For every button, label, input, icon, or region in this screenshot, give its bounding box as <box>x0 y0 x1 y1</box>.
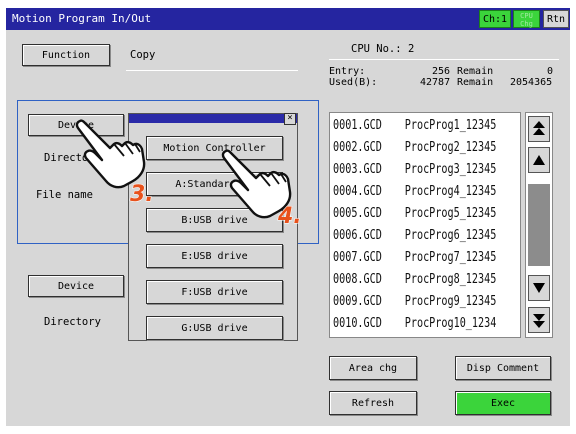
step-4-callout: 4. <box>278 204 303 230</box>
file-comment: ProcProg1_12345 <box>404 118 497 133</box>
file-list-row[interactable]: 0004.GCD ProcProg4_12345 <box>333 181 496 203</box>
file-list[interactable]: 0001.GCD ProcProg1_12345 0002.GCD ProcProg2… <box>329 112 521 338</box>
entry-label: Entry: <box>329 66 366 77</box>
file-name: 0005.GCD <box>333 206 382 221</box>
destination-directory-label: Directory <box>44 316 101 328</box>
return-button[interactable]: Rtn <box>543 10 569 28</box>
file-list-row[interactable]: 0009.GCD ProcProg9_12345 <box>333 291 496 313</box>
file-list-row[interactable]: 0008.GCD ProcProg8_12345 <box>333 269 496 291</box>
entry-remain-value: 0 <box>547 66 554 77</box>
file-list-row[interactable]: 0002.GCD ProcProg2_12345 <box>333 137 496 159</box>
function-underline <box>126 70 298 71</box>
cpu-number-label: CPU No.: <box>351 43 402 55</box>
used-value: 42787 <box>420 77 451 88</box>
file-name: 0001.GCD <box>333 118 382 133</box>
popup-option-g-usb[interactable]: G:USB drive <box>146 316 283 340</box>
file-name: 0010.GCD <box>333 316 382 331</box>
down-arrow-icon[interactable] <box>528 275 550 301</box>
function-button[interactable]: Function <box>22 44 110 66</box>
motion-program-screen: Motion Program In/Out Ch:1 CPU Chg Rtn F… <box>6 8 570 426</box>
scroll-thumb[interactable] <box>528 184 550 266</box>
cpu-change-button[interactable]: CPU Chg <box>513 10 540 28</box>
destination-device-button[interactable]: Device <box>28 275 124 297</box>
refresh-button[interactable]: Refresh <box>329 391 417 415</box>
file-comment: ProcProg3_12345 <box>404 162 497 177</box>
file-comment: ProcProg7_12345 <box>404 250 497 265</box>
file-name: 0007.GCD <box>333 250 382 265</box>
popup-option-e-usb[interactable]: E:USB drive <box>146 244 283 268</box>
function-value: Copy <box>130 49 156 61</box>
file-comment: ProcProg2_12345 <box>404 140 497 155</box>
channel-button[interactable]: Ch:1 <box>479 10 511 28</box>
popup-title-bar <box>129 114 297 123</box>
file-comment: ProcProg6_12345 <box>404 228 497 243</box>
display-comment-button[interactable]: Disp Comment <box>455 356 551 380</box>
file-name: 0004.GCD <box>333 184 382 199</box>
file-list-row[interactable]: 0007.GCD ProcProg7_12345 <box>333 247 496 269</box>
file-name: 0003.GCD <box>333 162 382 177</box>
popup-option-f-usb[interactable]: F:USB drive <box>146 280 283 304</box>
used-remain-value: 2054365 <box>510 77 553 88</box>
file-list-row[interactable]: 0005.GCD ProcProg5_12345 <box>333 203 496 225</box>
file-comment: ProcProg8_12345 <box>404 272 497 287</box>
area-change-button[interactable]: Area chg <box>329 356 417 380</box>
file-comment: ProcProg9_12345 <box>404 294 497 309</box>
double-down-arrow-icon[interactable] <box>528 307 550 333</box>
used-label: Used(B): <box>329 77 378 88</box>
file-comment: ProcProg10_1234 <box>404 316 497 331</box>
cpu-underline <box>329 59 559 60</box>
file-comment: ProcProg4_12345 <box>404 184 497 199</box>
file-list-scrollbar[interactable] <box>525 112 553 338</box>
close-icon[interactable]: × <box>284 113 296 125</box>
file-list-row[interactable]: 0006.GCD ProcProg6_12345 <box>333 225 496 247</box>
file-comment: ProcProg5_12345 <box>404 206 497 221</box>
exec-button[interactable]: Exec <box>455 391 551 415</box>
file-name: 0009.GCD <box>333 294 382 309</box>
used-remain-label: Remain <box>457 77 494 88</box>
window-title: Motion Program In/Out <box>12 12 152 25</box>
cpu-number-value: 2 <box>408 43 415 55</box>
file-list-row[interactable]: 0003.GCD ProcProg3_12345 <box>333 159 496 181</box>
file-list-row[interactable]: 0010.GCD ProcProg10_1234 <box>333 313 496 335</box>
file-name: 0002.GCD <box>333 140 382 155</box>
entry-value: 256 <box>432 66 451 77</box>
entry-remain-label: Remain <box>457 66 494 77</box>
up-arrow-icon[interactable] <box>528 147 550 173</box>
step-3-callout: 3. <box>130 182 155 208</box>
screenshot-frame: Motion Program In/Out Ch:1 CPU Chg Rtn F… <box>0 0 576 434</box>
title-bar: Motion Program In/Out Ch:1 CPU Chg Rtn <box>6 8 570 30</box>
double-up-arrow-icon[interactable] <box>528 116 550 142</box>
file-name: 0008.GCD <box>333 272 382 287</box>
file-name: 0006.GCD <box>333 228 382 243</box>
file-list-row[interactable]: 0001.GCD ProcProg1_12345 <box>333 115 496 137</box>
